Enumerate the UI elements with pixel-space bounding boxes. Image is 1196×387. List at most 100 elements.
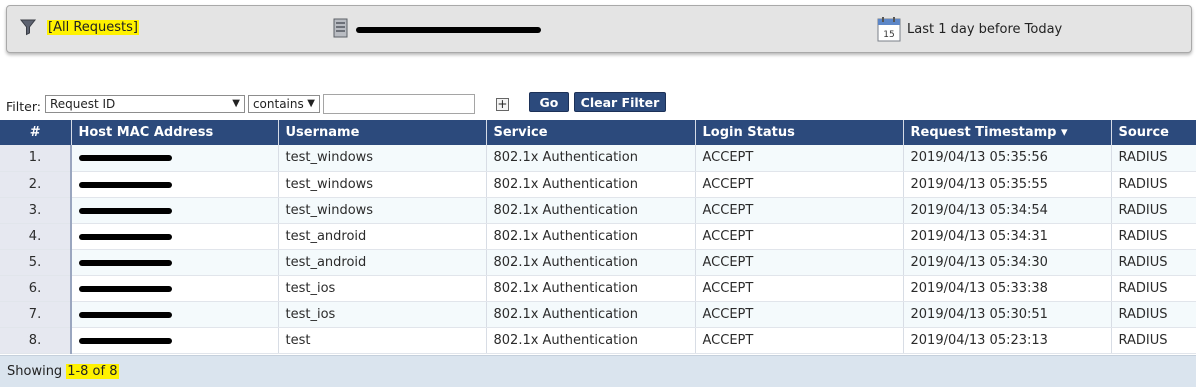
redacted-mac (79, 311, 172, 318)
summary-panel: [All Requests] 15 Last 1 day before Toda… (6, 5, 1192, 53)
column-header-timestamp[interactable]: Request Timestamp ▾ (903, 120, 1112, 145)
source-cell: RADIUS (1111, 249, 1196, 276)
table-row[interactable]: 3. test_windows 802.1x Authentication AC… (0, 197, 1196, 224)
username-cell: test_ios (278, 301, 487, 328)
timestamp-cell: 2019/04/13 05:34:30 (903, 249, 1112, 276)
filter-field-select[interactable]: Request ID ▼ (44, 95, 245, 113)
filter-bar: Filter: Request ID ▼ contains ▼ + Go Cle… (6, 92, 666, 114)
column-header-source[interactable]: Source (1111, 120, 1196, 145)
host-mac-cell (71, 327, 279, 354)
column-header-login-status[interactable]: Login Status (695, 120, 904, 145)
row-number: 1. (0, 145, 72, 172)
server-selector[interactable] (332, 18, 541, 38)
table-row[interactable]: 2. test_windows 802.1x Authentication AC… (0, 171, 1196, 198)
login-status-cell: ACCEPT (695, 171, 904, 198)
row-number: 3. (0, 197, 72, 224)
source-cell: RADIUS (1111, 171, 1196, 198)
clear-filter-button[interactable]: Clear Filter (573, 92, 666, 112)
filter-operator-select[interactable]: contains ▼ (247, 95, 320, 113)
filter-selector[interactable]: [All Requests] (19, 18, 139, 36)
login-status-cell: ACCEPT (695, 145, 904, 172)
service-cell: 802.1x Authentication (486, 197, 696, 224)
server-icon (333, 18, 348, 38)
redacted-mac (79, 285, 172, 292)
redacted-mac (79, 155, 172, 162)
username-cell: test_windows (278, 145, 487, 172)
username-cell: test_android (278, 223, 487, 250)
showing-label: Showing (7, 364, 63, 379)
timestamp-cell: 2019/04/13 05:30:51 (903, 301, 1112, 328)
host-mac-cell (71, 275, 279, 302)
service-cell: 802.1x Authentication (486, 249, 696, 276)
source-cell: RADIUS (1111, 145, 1196, 172)
login-status-cell: ACCEPT (695, 301, 904, 328)
login-status-cell: ACCEPT (695, 249, 904, 276)
row-number: 4. (0, 223, 72, 250)
row-number: 7. (0, 301, 72, 328)
service-cell: 802.1x Authentication (486, 301, 696, 328)
timestamp-cell: 2019/04/13 05:33:38 (903, 275, 1112, 302)
chevron-down-icon: ▼ (307, 98, 315, 109)
timestamp-cell: 2019/04/13 05:23:13 (903, 327, 1112, 354)
username-cell: test_windows (278, 171, 487, 198)
time-range-selector[interactable]: 15 Last 1 day before Today (877, 16, 1062, 42)
table-row[interactable]: 8. test 802.1x Authentication ACCEPT 201… (0, 327, 1196, 354)
timestamp-cell: 2019/04/13 05:35:56 (903, 145, 1112, 172)
timestamp-cell: 2019/04/13 05:34:31 (903, 223, 1112, 250)
login-status-cell: ACCEPT (695, 197, 904, 224)
source-cell: RADIUS (1111, 223, 1196, 250)
table-row[interactable]: 6. test_ios 802.1x Authentication ACCEPT… (0, 275, 1196, 302)
service-cell: 802.1x Authentication (486, 275, 696, 302)
login-status-cell: ACCEPT (695, 275, 904, 302)
redacted-mac (79, 259, 172, 266)
pagination-footer: Showing 1-8 of 8 (0, 355, 1196, 387)
filter-value-input[interactable] (322, 94, 475, 114)
column-header-username[interactable]: Username (278, 120, 487, 145)
host-mac-cell (71, 171, 279, 198)
filter-field-value: Request ID (49, 97, 116, 111)
funnel-icon (19, 19, 37, 36)
table-row[interactable]: 1. test_windows 802.1x Authentication AC… (0, 145, 1196, 172)
service-cell: 802.1x Authentication (486, 145, 696, 172)
table-row[interactable]: 4. test_android 802.1x Authentication AC… (0, 223, 1196, 250)
filter-name[interactable]: [All Requests] (47, 19, 139, 35)
filter-operator-value: contains (252, 97, 304, 111)
username-cell: test_ios (278, 275, 487, 302)
go-button[interactable]: Go (528, 92, 569, 112)
calendar-icon: 15 (877, 17, 901, 42)
add-filter-button[interactable]: + (495, 97, 509, 111)
table-row[interactable]: 5. test_android 802.1x Authentication AC… (0, 249, 1196, 276)
service-cell: 802.1x Authentication (486, 327, 696, 354)
redacted-mac (79, 233, 172, 240)
source-cell: RADIUS (1111, 327, 1196, 354)
login-status-cell: ACCEPT (695, 327, 904, 354)
requests-table: # Host MAC Address Username Service Logi… (0, 120, 1196, 354)
redacted-mac (79, 181, 172, 188)
redacted-server-name (356, 27, 541, 33)
username-cell: test (278, 327, 487, 354)
source-cell: RADIUS (1111, 275, 1196, 302)
table-row[interactable]: 7. test_ios 802.1x Authentication ACCEPT… (0, 301, 1196, 328)
host-mac-cell (71, 145, 279, 172)
service-cell: 802.1x Authentication (486, 223, 696, 250)
host-mac-cell (71, 249, 279, 276)
column-header-number[interactable]: # (0, 120, 72, 145)
table-header-row: # Host MAC Address Username Service Logi… (0, 120, 1196, 145)
host-mac-cell (71, 223, 279, 250)
login-status-cell: ACCEPT (695, 223, 904, 250)
column-header-service[interactable]: Service (486, 120, 696, 145)
showing-range: 1-8 of 8 (66, 364, 119, 379)
column-header-mac[interactable]: Host MAC Address (71, 120, 279, 145)
row-number: 8. (0, 327, 72, 354)
username-cell: test_windows (278, 197, 487, 224)
redacted-mac (79, 207, 172, 214)
time-range-label[interactable]: Last 1 day before Today (907, 22, 1062, 37)
service-cell: 802.1x Authentication (486, 171, 696, 198)
row-number: 2. (0, 171, 72, 198)
host-mac-cell (71, 301, 279, 328)
chevron-down-icon: ▼ (232, 98, 240, 109)
timestamp-cell: 2019/04/13 05:34:54 (903, 197, 1112, 224)
timestamp-cell: 2019/04/13 05:35:55 (903, 171, 1112, 198)
host-mac-cell (71, 197, 279, 224)
filter-label: Filter: (6, 98, 41, 114)
